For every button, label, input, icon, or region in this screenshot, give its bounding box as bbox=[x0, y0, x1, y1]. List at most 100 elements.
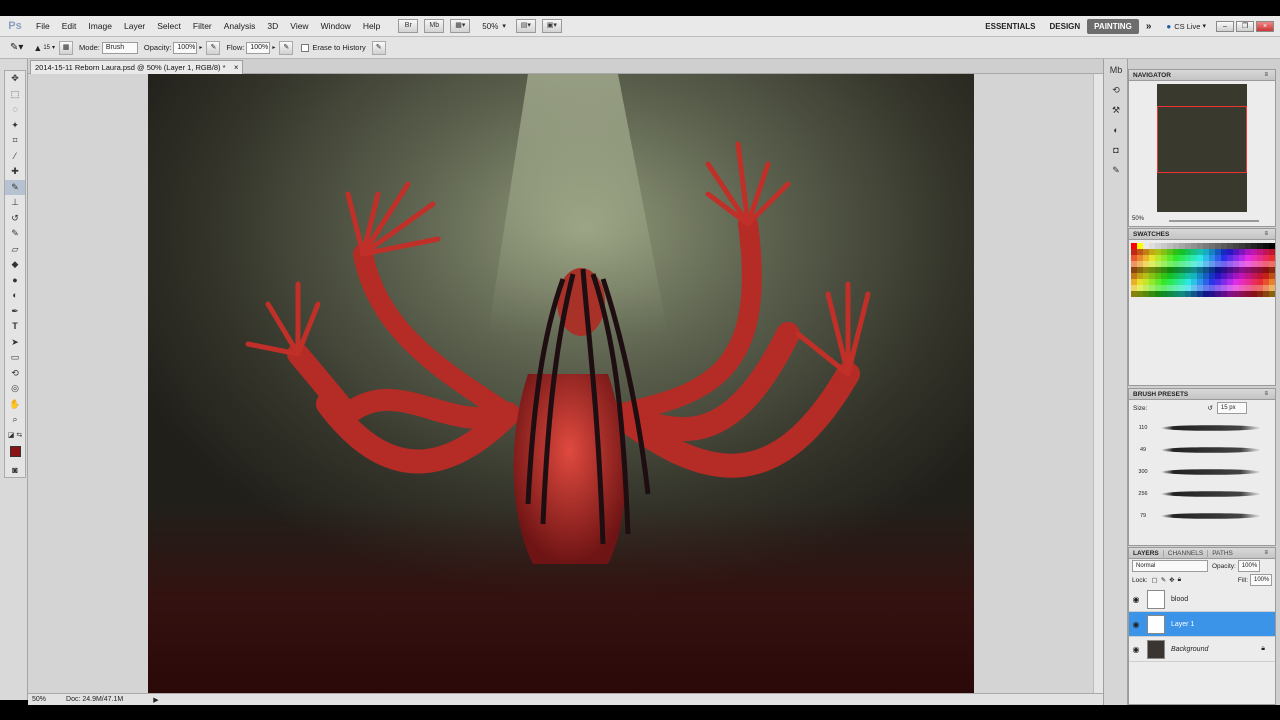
color-swatch[interactable] bbox=[1233, 291, 1239, 297]
color-swatch[interactable] bbox=[1185, 243, 1191, 249]
color-swatch[interactable] bbox=[1137, 249, 1143, 255]
crop-tool-icon[interactable]: ⌗ bbox=[5, 133, 25, 149]
color-swatch[interactable] bbox=[1269, 255, 1275, 261]
marquee-tool-icon[interactable]: ⬚ bbox=[5, 87, 25, 103]
brush-size-input[interactable]: 15 px bbox=[1216, 402, 1247, 414]
color-swatch[interactable] bbox=[1245, 267, 1251, 273]
path-selection-tool-icon[interactable]: ➤ bbox=[5, 335, 25, 351]
color-swatch[interactable] bbox=[1209, 249, 1215, 255]
color-swatch[interactable] bbox=[1209, 267, 1215, 273]
color-swatch[interactable] bbox=[1185, 267, 1191, 273]
status-menu-icon[interactable]: ▶ bbox=[153, 696, 158, 704]
color-swatch[interactable] bbox=[1197, 285, 1203, 291]
arrange-documents-icon[interactable]: ▤▾ bbox=[515, 19, 536, 33]
dodge-tool-icon[interactable]: ◐ bbox=[5, 288, 25, 304]
color-swatch[interactable] bbox=[1173, 243, 1179, 249]
color-swatch[interactable] bbox=[1269, 267, 1275, 273]
color-swatch[interactable] bbox=[1173, 249, 1179, 255]
color-swatch[interactable] bbox=[1137, 279, 1143, 285]
shape-tool-icon[interactable]: ▭ bbox=[5, 350, 25, 366]
color-swatch[interactable] bbox=[1209, 273, 1215, 279]
mode-select[interactable]: Brush bbox=[101, 41, 138, 54]
workspace-essentials[interactable]: ESSENTIALS bbox=[978, 22, 1042, 31]
color-swatch[interactable] bbox=[1161, 279, 1167, 285]
color-swatch[interactable] bbox=[1245, 243, 1251, 249]
history-panel-icon[interactable]: ⟲ bbox=[1108, 85, 1124, 99]
color-swatch[interactable] bbox=[1179, 267, 1185, 273]
color-swatch[interactable] bbox=[1227, 279, 1233, 285]
color-swatch[interactable] bbox=[1161, 243, 1167, 249]
color-swatch[interactable] bbox=[1155, 267, 1161, 273]
color-swatch[interactable] bbox=[1215, 273, 1221, 279]
color-swatch[interactable] bbox=[1155, 255, 1161, 261]
color-swatch[interactable] bbox=[1143, 291, 1149, 297]
color-swatch[interactable] bbox=[1215, 243, 1221, 249]
color-swatch[interactable] bbox=[1245, 291, 1251, 297]
color-swatch[interactable] bbox=[1149, 261, 1155, 267]
color-swatch[interactable] bbox=[1173, 285, 1179, 291]
color-swatch[interactable] bbox=[1245, 261, 1251, 267]
layer-row-layer-1[interactable]: ◉ Layer 1 bbox=[1129, 612, 1275, 637]
mini-bridge-panel-icon[interactable]: Mb bbox=[1108, 65, 1124, 79]
color-swatch[interactable] bbox=[1233, 285, 1239, 291]
color-swatch[interactable] bbox=[1245, 285, 1251, 291]
swatches-menu-icon[interactable]: ≡ bbox=[1260, 231, 1272, 237]
color-swatch[interactable] bbox=[1233, 261, 1239, 267]
color-swatch[interactable] bbox=[1263, 267, 1269, 273]
color-swatch[interactable] bbox=[1197, 279, 1203, 285]
color-swatch[interactable] bbox=[1197, 261, 1203, 267]
color-swatch[interactable] bbox=[1167, 279, 1173, 285]
color-swatch[interactable] bbox=[1251, 291, 1257, 297]
color-swatch[interactable] bbox=[1191, 249, 1197, 255]
masks-panel-icon[interactable]: ◘ bbox=[1108, 145, 1124, 159]
color-swatch[interactable] bbox=[1173, 261, 1179, 267]
close-window-button[interactable]: × bbox=[1256, 20, 1274, 32]
color-swatch[interactable] bbox=[1197, 249, 1203, 255]
navigator-thumbnail[interactable] bbox=[1157, 84, 1247, 212]
lock-all-icon[interactable]: 🔒︎ bbox=[1178, 576, 1181, 584]
color-swatch[interactable] bbox=[1233, 243, 1239, 249]
color-swatch[interactable] bbox=[1131, 249, 1137, 255]
color-swatch[interactable] bbox=[1137, 285, 1143, 291]
color-swatch[interactable] bbox=[1167, 285, 1173, 291]
opacity-input[interactable]: 100% bbox=[173, 41, 198, 54]
navigator-menu-icon[interactable]: ≡ bbox=[1260, 72, 1272, 78]
color-swatch[interactable] bbox=[1185, 285, 1191, 291]
menu-window[interactable]: Window bbox=[315, 21, 357, 31]
minimize-button[interactable]: – bbox=[1216, 20, 1234, 32]
color-swatch[interactable] bbox=[1167, 273, 1173, 279]
color-swatch[interactable] bbox=[1155, 249, 1161, 255]
color-swatch[interactable] bbox=[1251, 249, 1257, 255]
brush-preset-item[interactable]: 256 bbox=[1131, 483, 1261, 504]
color-swatch[interactable] bbox=[1209, 261, 1215, 267]
color-swatch[interactable] bbox=[1149, 285, 1155, 291]
history-brush-tool-icon[interactable]: ↺ bbox=[5, 211, 25, 227]
color-swatch[interactable] bbox=[1131, 273, 1137, 279]
color-swatch[interactable] bbox=[1227, 255, 1233, 261]
color-swatch[interactable] bbox=[1221, 279, 1227, 285]
color-swatch[interactable] bbox=[1155, 273, 1161, 279]
healing-brush-tool-icon[interactable]: ✚ bbox=[5, 164, 25, 180]
color-swatch[interactable] bbox=[1221, 273, 1227, 279]
color-swatch[interactable] bbox=[1191, 285, 1197, 291]
document-canvas[interactable] bbox=[148, 74, 974, 693]
color-swatch[interactable] bbox=[1179, 261, 1185, 267]
color-swatch[interactable] bbox=[1161, 267, 1167, 273]
color-swatch[interactable] bbox=[1215, 255, 1221, 261]
launch-minibridge-icon[interactable]: Mb bbox=[424, 19, 445, 33]
color-swatch[interactable] bbox=[1239, 243, 1245, 249]
workspace-design[interactable]: DESIGN bbox=[1043, 22, 1088, 31]
color-swatch[interactable] bbox=[1143, 261, 1149, 267]
fill-input[interactable]: 100% bbox=[1250, 574, 1272, 586]
color-swatch[interactable] bbox=[1263, 249, 1269, 255]
color-swatch[interactable] bbox=[1245, 279, 1251, 285]
color-swatch[interactable] bbox=[1239, 285, 1245, 291]
color-swatch[interactable] bbox=[1233, 249, 1239, 255]
screen-mode-icon[interactable]: ▣▾ bbox=[541, 19, 562, 33]
quick-selection-tool-icon[interactable]: ✦ bbox=[5, 118, 25, 134]
cs-live-label[interactable]: CS Live bbox=[1174, 22, 1200, 31]
zoom-tool-icon[interactable]: ⌕ bbox=[5, 412, 25, 428]
color-swatch[interactable] bbox=[1221, 291, 1227, 297]
color-swatch[interactable] bbox=[1257, 267, 1263, 273]
color-swatch[interactable] bbox=[1245, 249, 1251, 255]
